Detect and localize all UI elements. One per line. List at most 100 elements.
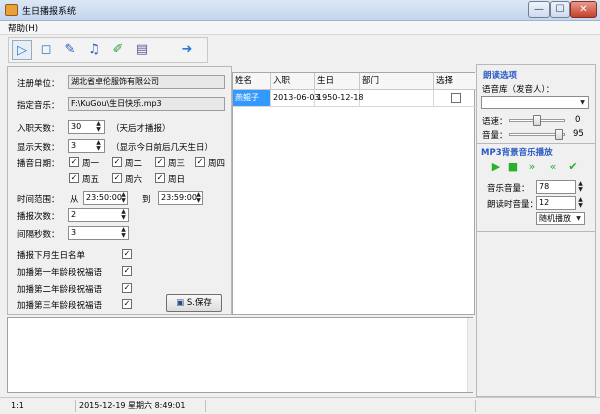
log-scrollbar[interactable] — [467, 318, 473, 392]
status-datetime: 2015-12-19 星期六 8:49:01 — [75, 400, 205, 412]
volume-label: 音量： — [482, 131, 508, 141]
status-position: 1:1 — [11, 401, 24, 410]
time-from-label: 从 — [70, 195, 79, 205]
mp3-play-icon[interactable]: ▶ — [490, 160, 502, 174]
mp3-prev-icon[interactable]: « — [547, 160, 559, 174]
unit-label: 注册单位： — [17, 79, 60, 89]
option-checkbox[interactable]: ✓ — [122, 266, 132, 276]
column-header[interactable]: 姓名 — [233, 73, 271, 90]
weekday-label: 周五 — [82, 175, 100, 185]
weekday-label: 周一 — [82, 159, 100, 169]
chevron-down-icon: ▼ — [580, 99, 585, 106]
save-button-label: S.保存 — [186, 298, 212, 308]
play-icon[interactable]: ▷ — [12, 40, 32, 60]
play-mode-value: 随机播放 — [539, 214, 571, 223]
read-volume-input[interactable]: 12 — [536, 196, 576, 210]
option-label: 加播第一年龄段祝福语 — [17, 268, 103, 278]
speed-label: 语速： — [482, 117, 508, 127]
read-volume-spin[interactable]: ▲ ▼ — [576, 197, 585, 209]
play-mode-select[interactable]: 随机播放 ▼ — [536, 212, 585, 225]
close-button[interactable]: ✕ — [570, 1, 597, 18]
weekday-label: 周六 — [125, 175, 143, 185]
weekday-label: 周二 — [125, 159, 143, 169]
column-header[interactable]: 生日 — [315, 73, 360, 90]
option-checkbox[interactable]: ✓ — [122, 299, 132, 309]
music-volume-label: 音乐音量： — [487, 184, 530, 194]
weekday-label: 周三 — [168, 159, 186, 169]
weekday-checkbox[interactable]: ✓ — [155, 157, 165, 167]
music-label: 指定音乐： — [17, 101, 60, 111]
status-bar: 1:1 2015-12-19 星期六 8:49:01 — [0, 397, 600, 414]
status-panel — [205, 400, 475, 412]
column-header[interactable]: 选择 — [434, 73, 476, 90]
table-cell[interactable]: 燕鲲子 — [233, 90, 271, 107]
show-days-label: 显示天数： — [17, 143, 60, 153]
table-cell[interactable] — [360, 90, 434, 107]
save-icon: ▣ — [176, 298, 185, 308]
interval-spin[interactable]: ▲ ▼ — [119, 227, 128, 239]
weekday-label: 周日 — [168, 175, 186, 185]
weekday-checkbox[interactable]: ✓ — [112, 157, 122, 167]
time-to-label: 到 — [142, 195, 151, 205]
reading-section-title: 朗读选项 — [483, 71, 518, 81]
time-label: 时间范围： — [17, 195, 60, 205]
volume-slider-thumb[interactable] — [555, 129, 563, 140]
entry-days-spin[interactable]: ▲ ▼ — [94, 121, 103, 133]
show-days-hint: （显示今日前后几天生日） — [111, 143, 214, 153]
option-checkbox[interactable]: ✓ — [122, 283, 132, 293]
weekday-checkbox[interactable]: ✓ — [112, 173, 122, 183]
notepad-icon[interactable]: ▤ — [132, 40, 152, 60]
music-icon[interactable]: ♫ — [84, 40, 104, 60]
option-label: 加播第二年龄段祝福语 — [17, 285, 103, 295]
option-checkbox[interactable]: ✓ — [122, 249, 132, 259]
volume-value: 95 — [573, 129, 584, 139]
weekday-checkbox[interactable]: ✓ — [195, 157, 205, 167]
maximize-button[interactable]: ☐ — [550, 1, 570, 18]
option-label: 加播第三年龄段祝福语 — [17, 301, 103, 311]
weekday-checkbox[interactable]: ✓ — [69, 173, 79, 183]
row-select-checkbox[interactable] — [451, 93, 461, 103]
edit-icon[interactable]: ✎ — [60, 40, 80, 60]
divider — [477, 231, 595, 232]
status-panel — [475, 400, 590, 412]
settings-panel: 注册单位： 湖北省卓伦服饰有限公司 指定音乐： F:\KuGou\生日快乐.mp… — [7, 66, 232, 315]
app-icon — [5, 4, 18, 16]
toolbar: ▷ ◻ ✎ ♫ ✐ ▤ ➜ — [8, 37, 208, 63]
speed-slider-thumb[interactable] — [533, 115, 541, 126]
table-cell[interactable]: 1950-12-18 — [315, 90, 364, 107]
show-days-spin[interactable]: ▲ ▼ — [94, 140, 103, 152]
minimize-button[interactable]: — — [528, 1, 550, 18]
music-volume-spin[interactable]: ▲ ▼ — [576, 181, 585, 193]
interval-label: 间隔秒数： — [17, 230, 60, 240]
column-header[interactable]: 入职 — [271, 73, 315, 90]
divider — [477, 143, 595, 144]
music-field[interactable]: F:\KuGou\生日快乐.mp3 — [68, 97, 225, 111]
weekday-checkbox[interactable]: ✓ — [155, 173, 165, 183]
weekday-label: 周四 — [208, 159, 226, 169]
pen-icon[interactable]: ✐ — [108, 40, 128, 60]
exit-icon[interactable]: ➜ — [177, 40, 197, 60]
option-label: 播报下月生日名单 — [17, 251, 86, 261]
count-spin[interactable]: ▲ ▼ — [119, 209, 128, 221]
log-textarea[interactable] — [7, 317, 473, 393]
table-cell[interactable]: 2013-06-03 — [271, 90, 320, 107]
right-panel: 朗读选项 语音库（发音人）： ▼ 语速： 0 音量： 95 MP3背景音乐播放 … — [476, 64, 596, 397]
time-to-spin[interactable]: ▲ ▼ — [194, 192, 203, 204]
stop-icon[interactable]: ◻ — [36, 40, 56, 60]
save-button[interactable]: ▣ S.保存 — [166, 294, 222, 312]
count-label: 播报次数： — [17, 212, 60, 222]
mp3-next-icon[interactable]: » — [526, 160, 538, 174]
weekday-checkbox[interactable]: ✓ — [69, 157, 79, 167]
menu-help[interactable]: 帮助(H) — [8, 22, 38, 34]
voice-select[interactable]: ▼ — [481, 96, 589, 109]
mp3-section-title: MP3背景音乐播放 — [481, 148, 553, 158]
mp3-check-icon[interactable]: ✔ — [567, 160, 579, 174]
mp3-stop-icon[interactable]: ■ — [507, 160, 519, 174]
time-from-spin[interactable]: ▲ ▼ — [119, 192, 128, 204]
music-volume-input[interactable]: 78 — [536, 180, 576, 194]
column-header[interactable]: 部门 — [360, 73, 434, 90]
menu-bar: 帮助(H) — [0, 21, 600, 35]
entry-days-hint: （天后才播报） — [111, 124, 171, 134]
window-title: 生日播报系统 — [22, 7, 77, 17]
chevron-down-icon: ▼ — [576, 215, 581, 222]
